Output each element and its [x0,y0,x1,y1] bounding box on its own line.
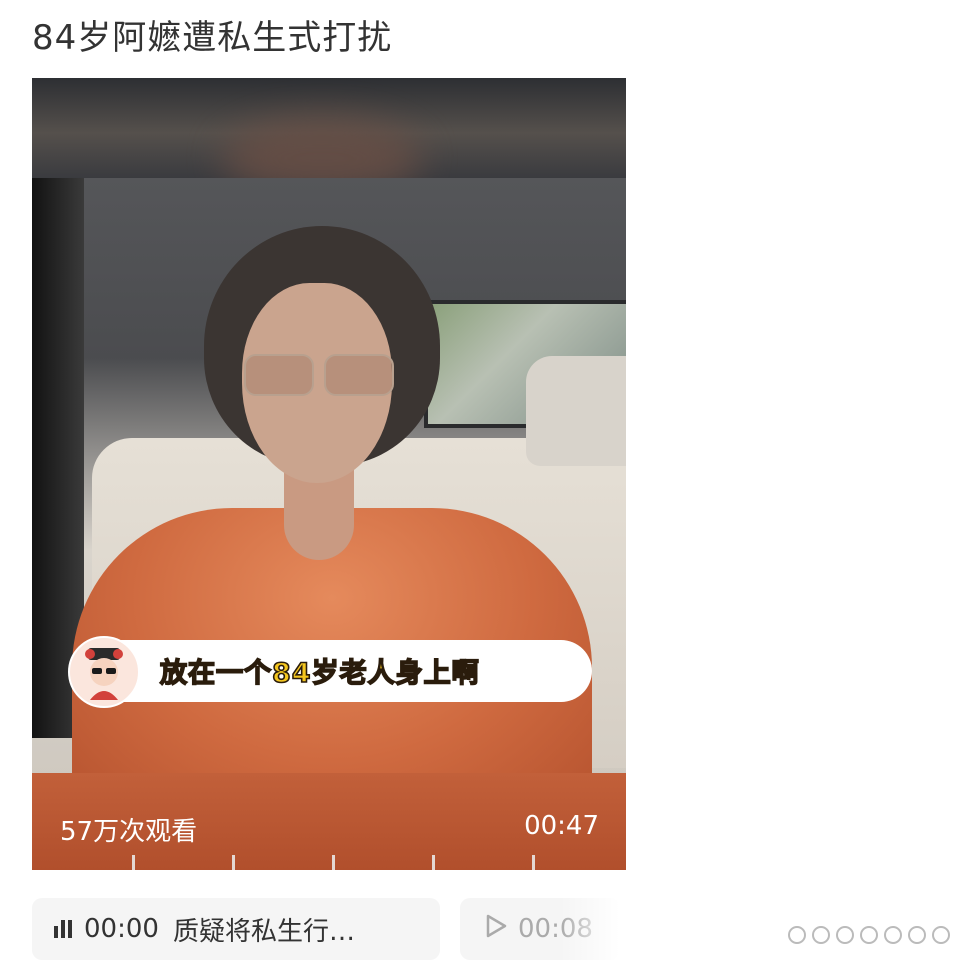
audio-bars-icon [54,920,72,938]
play-icon [484,913,508,946]
video-person-neck [284,470,354,560]
view-count: 57万次观看 [60,817,198,847]
video-duration: 00:47 [524,811,599,841]
cartoon-avatar-icon [68,636,140,708]
chip-fade [560,898,620,960]
post-title: 84岁阿嬷遭私生式打扰 [32,18,393,58]
video-headrest [526,356,626,466]
chip-time: 00:00 [84,914,159,944]
video-progress-ticks [32,851,626,870]
video-caption-text: 放在一个84岁老人身上啊 [159,657,480,690]
more-indicator-icon [788,922,950,948]
video-person-glasses [244,354,394,396]
audio-summary-chip[interactable]: 00:00 质疑将私生行… [32,898,440,960]
chip-summary-text: 质疑将私生行… [172,916,355,947]
video-player[interactable]: 放在一个84岁老人身上啊 57万次观看 00:47 [32,78,626,870]
video-top-blur [32,78,626,198]
